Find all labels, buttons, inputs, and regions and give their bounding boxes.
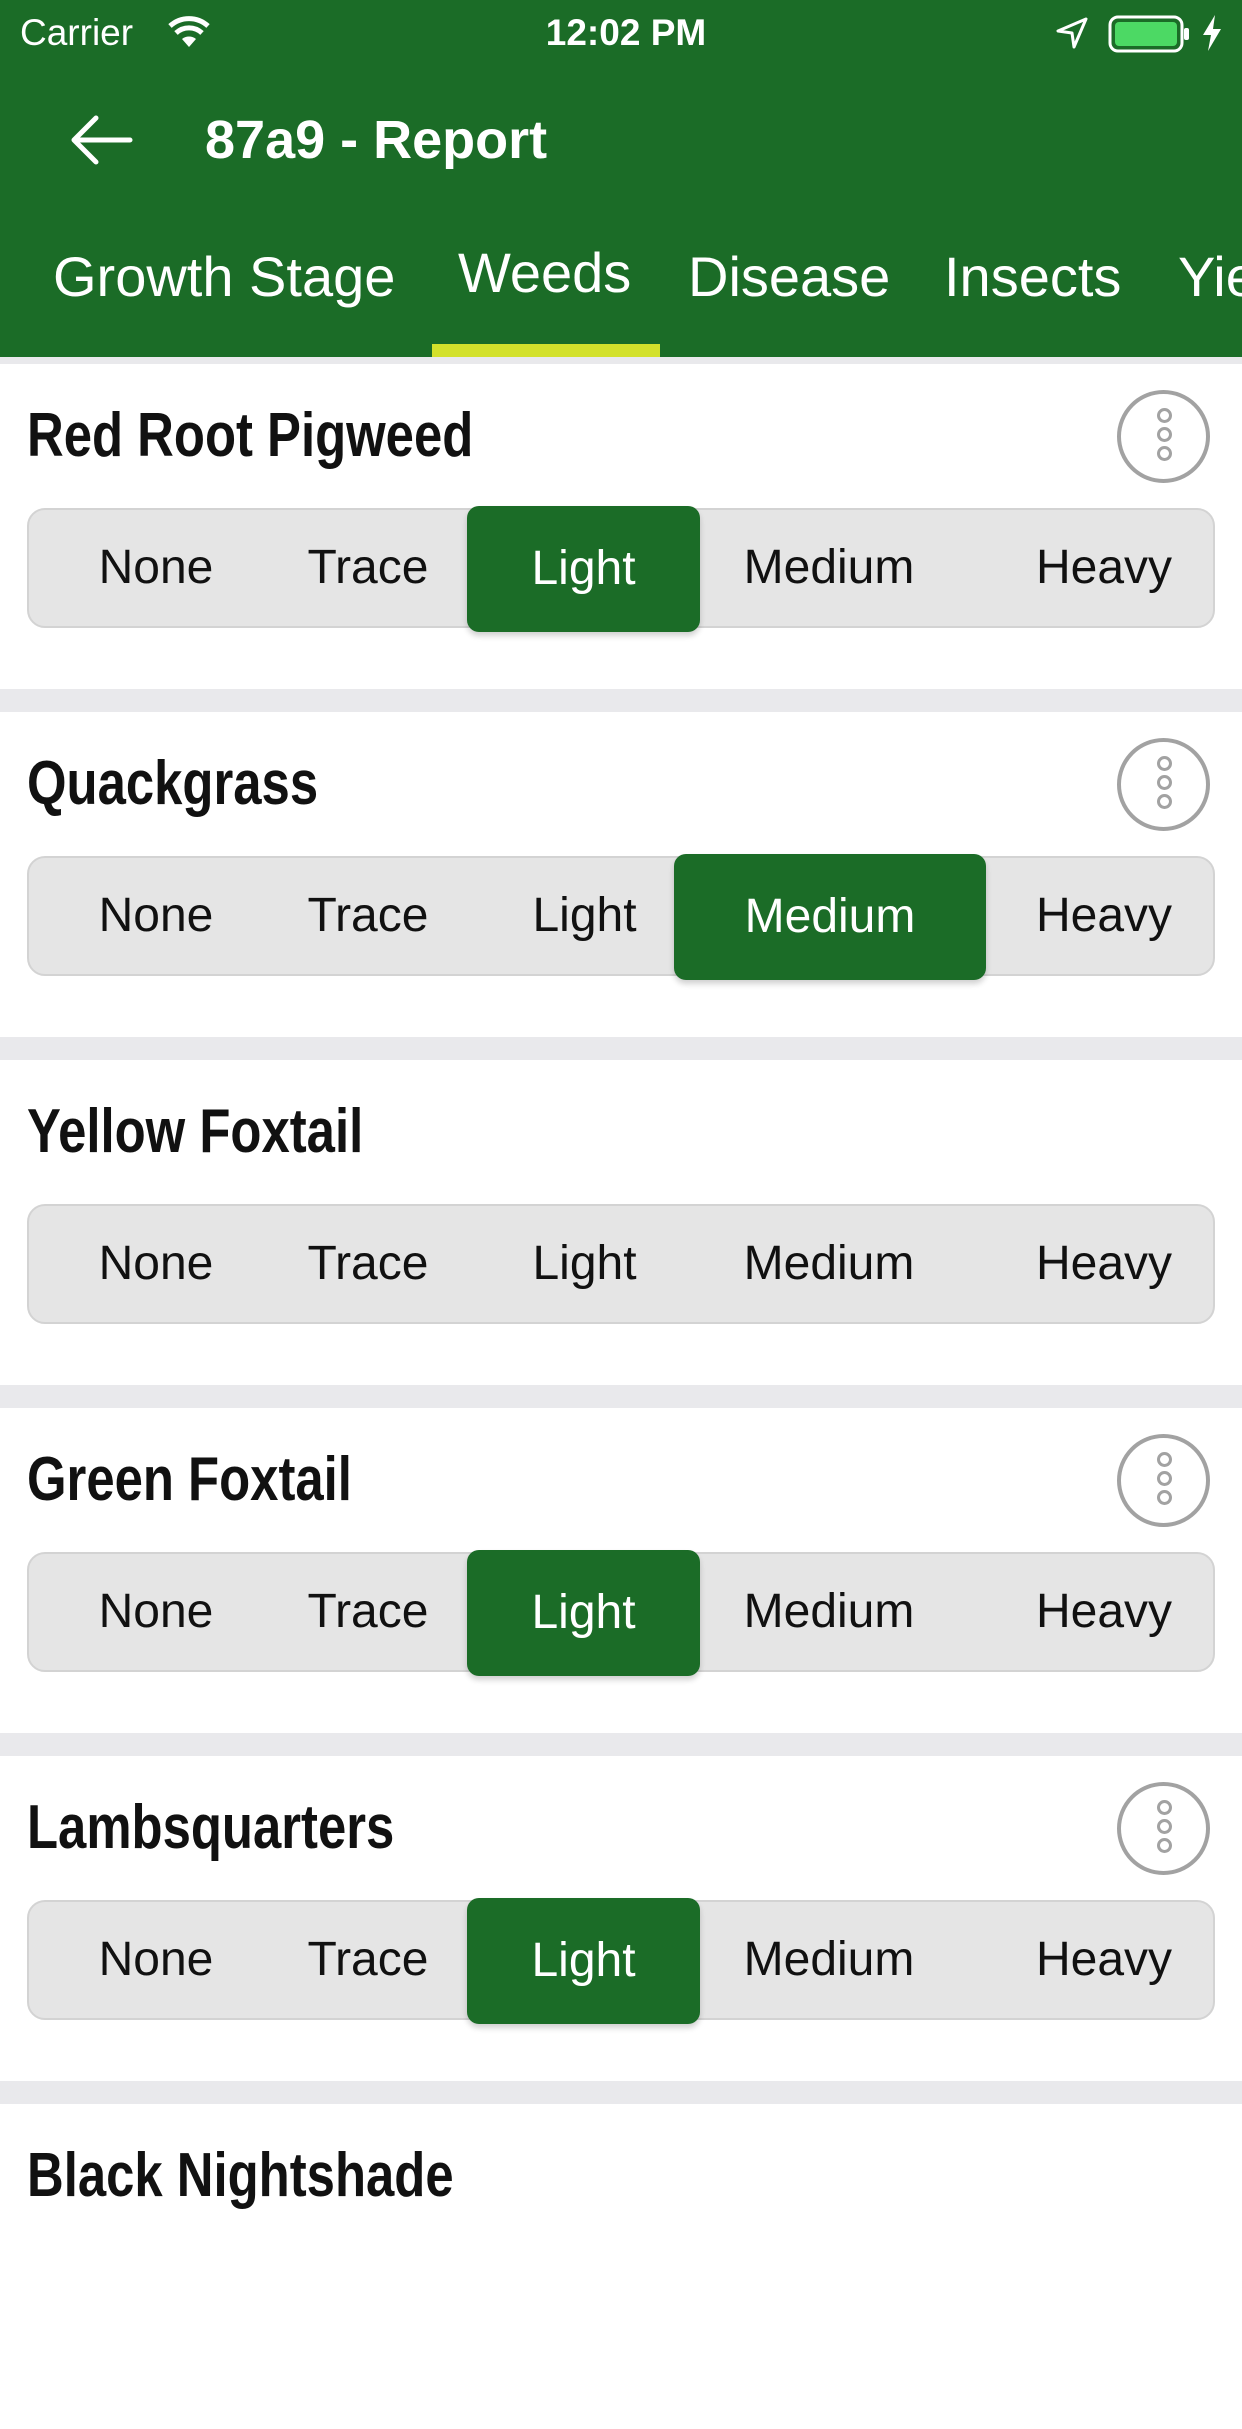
level-option-none[interactable]: None bbox=[56, 858, 256, 974]
level-option-light[interactable]: Light bbox=[469, 1206, 700, 1322]
level-option-light[interactable]: Light bbox=[469, 858, 700, 974]
level-option-heavy[interactable]: Heavy bbox=[994, 1554, 1214, 1670]
level-option-heavy[interactable]: Heavy bbox=[994, 1902, 1214, 2018]
weed-name: Lambsquarters bbox=[27, 1793, 395, 1862]
charging-icon bbox=[1203, 15, 1221, 51]
level-option-trace[interactable]: Trace bbox=[268, 1902, 468, 2018]
battery-icon bbox=[1108, 15, 1189, 53]
more-dot-icon bbox=[1157, 1452, 1172, 1467]
more-dot-icon bbox=[1157, 1838, 1172, 1853]
more-dot-icon bbox=[1157, 794, 1172, 809]
more-dot-icon bbox=[1157, 775, 1172, 790]
level-selector: None Trace Light Medium Heavy bbox=[27, 1550, 1215, 1676]
weed-card: Red Root Pigweed None Trace Light Medium Heav… bbox=[0, 364, 1242, 689]
level-option-medium[interactable]: Medium bbox=[674, 1206, 984, 1322]
level-selector: None Trace Light Medium Heavy bbox=[27, 1204, 1215, 1324]
level-selector: None Trace Light Medium Heavy bbox=[27, 506, 1215, 632]
status-bar: Carrier 12:02 PM bbox=[0, 0, 1242, 66]
more-options-button[interactable] bbox=[1117, 390, 1210, 483]
tab-selected-indicator bbox=[432, 344, 660, 357]
level-option-light[interactable]: Light bbox=[467, 1898, 700, 2024]
more-dot-icon bbox=[1157, 1471, 1172, 1486]
more-options-button[interactable] bbox=[1117, 1782, 1210, 1875]
weed-card: Quackgrass None Trace Light Medium Heavy bbox=[0, 712, 1242, 1037]
weed-name: Black Nightshade bbox=[27, 2141, 454, 2210]
weed-name: Red Root Pigweed bbox=[27, 401, 474, 470]
level-option-none[interactable]: None bbox=[56, 1554, 256, 1670]
tab-weeds[interactable]: Weeds bbox=[458, 228, 631, 318]
level-option-light[interactable]: Light bbox=[467, 1550, 700, 1676]
level-option-medium[interactable]: Medium bbox=[674, 854, 986, 980]
weed-name: Quackgrass bbox=[27, 749, 319, 818]
weed-card: Lambsquarters None Trace Light Medium Heavy bbox=[0, 1756, 1242, 2081]
app-header: Carrier 12:02 PM 87a9 - Report Growth St… bbox=[0, 0, 1242, 357]
more-dot-icon bbox=[1157, 427, 1172, 442]
more-options-button[interactable] bbox=[1117, 1434, 1210, 1527]
level-option-trace[interactable]: Trace bbox=[268, 1554, 468, 1670]
level-option-medium[interactable]: Medium bbox=[674, 1554, 984, 1670]
level-option-trace[interactable]: Trace bbox=[268, 858, 468, 974]
level-option-heavy[interactable]: Heavy bbox=[994, 510, 1214, 626]
weed-card: Green Foxtail None Trace Light Medium Heavy bbox=[0, 1408, 1242, 1733]
level-option-medium[interactable]: Medium bbox=[674, 1902, 984, 2018]
level-option-none[interactable]: None bbox=[56, 1206, 256, 1322]
level-selector: None Trace Light Medium Heavy bbox=[27, 854, 1215, 980]
weed-card: Black Nightshade bbox=[0, 2104, 1242, 2429]
page-title: 87a9 - Report bbox=[205, 110, 548, 170]
more-dot-icon bbox=[1157, 1490, 1172, 1505]
weed-name: Yellow Foxtail bbox=[27, 1097, 364, 1166]
weed-name: Green Foxtail bbox=[27, 1445, 352, 1514]
level-option-none[interactable]: None bbox=[56, 510, 256, 626]
weed-card: Yellow Foxtail None Trace Light Medium Heavy bbox=[0, 1060, 1242, 1385]
nav-bar: 87a9 - Report bbox=[0, 90, 1242, 190]
level-option-trace[interactable]: Trace bbox=[268, 510, 468, 626]
level-selector: None Trace Light Medium Heavy bbox=[27, 1898, 1215, 2024]
more-dot-icon bbox=[1157, 446, 1172, 461]
more-dot-icon bbox=[1157, 1800, 1172, 1815]
level-option-light[interactable]: Light bbox=[467, 506, 700, 632]
more-dot-icon bbox=[1157, 756, 1172, 771]
tab-insects[interactable]: Insects bbox=[944, 232, 1121, 322]
tab-yield[interactable]: Yie bbox=[1178, 232, 1242, 322]
level-option-medium[interactable]: Medium bbox=[674, 510, 984, 626]
arrow-left-icon[interactable] bbox=[68, 112, 134, 168]
tab-growth-stage[interactable]: Growth Stage bbox=[53, 232, 395, 322]
level-option-none[interactable]: None bbox=[56, 1902, 256, 2018]
level-option-heavy[interactable]: Heavy bbox=[994, 1206, 1214, 1322]
more-dot-icon bbox=[1157, 408, 1172, 423]
location-icon bbox=[1056, 17, 1088, 49]
tab-disease[interactable]: Disease bbox=[688, 232, 890, 322]
more-dot-icon bbox=[1157, 1819, 1172, 1834]
level-option-heavy[interactable]: Heavy bbox=[994, 858, 1214, 974]
level-option-trace[interactable]: Trace bbox=[268, 1206, 468, 1322]
more-options-button[interactable] bbox=[1117, 738, 1210, 831]
